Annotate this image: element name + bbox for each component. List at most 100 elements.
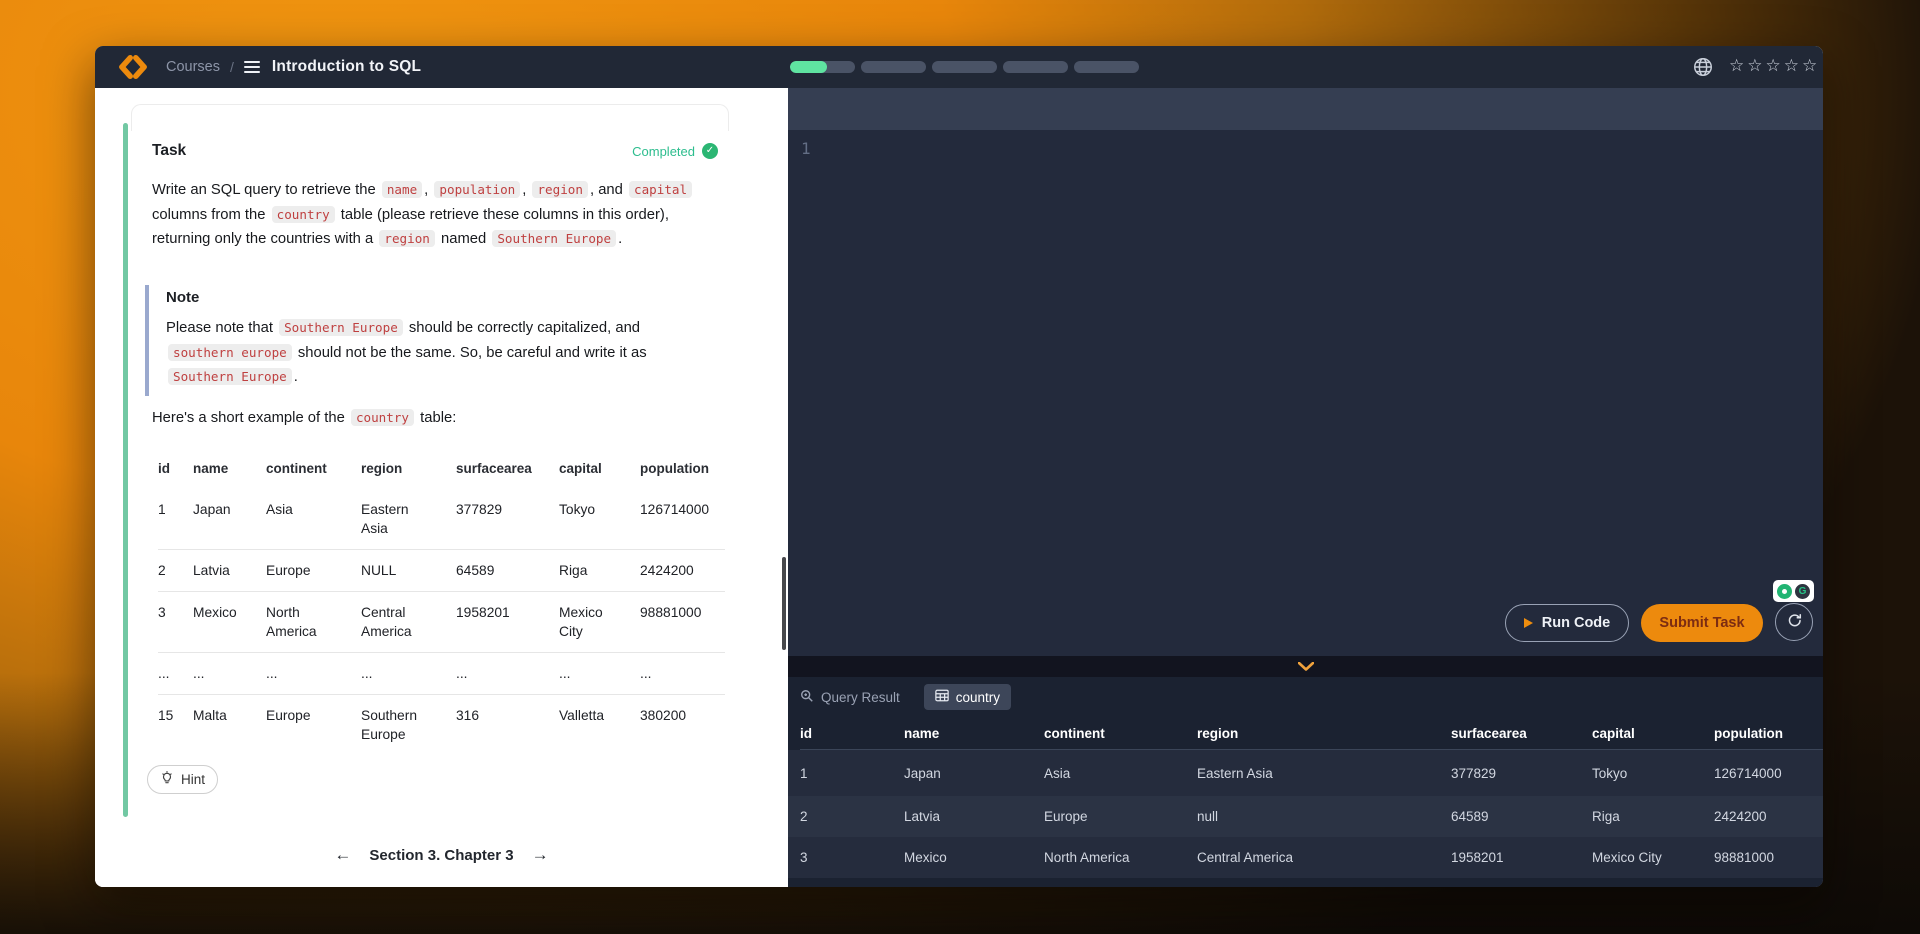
inline-code: capital — [629, 181, 692, 198]
play-icon — [1524, 618, 1533, 628]
chapter-nav: ← Section 3. Chapter 3 → — [95, 845, 788, 865]
inline-code: region — [532, 181, 588, 198]
breadcrumb-courses[interactable]: Courses — [166, 59, 220, 75]
run-code-label: Run Code — [1542, 615, 1610, 631]
star-icon[interactable]: ☆ — [1784, 56, 1802, 75]
table-cell: ... — [361, 653, 456, 694]
progress-segment — [861, 61, 926, 73]
editor-toolbar — [788, 88, 1823, 130]
table-cell: id — [800, 717, 904, 749]
editor-pane: 1 Run Code Submit Task G — [788, 88, 1823, 887]
example-intro: Here's a short example of the country ta… — [152, 410, 456, 426]
inline-code: southern europe — [168, 344, 292, 361]
text-run: table: — [416, 410, 456, 426]
table-cell: 2 — [800, 796, 904, 837]
table-cell: surfacearea — [456, 455, 559, 489]
table-cell: 1 — [800, 750, 904, 796]
code-editor[interactable]: 1 Run Code Submit Task G — [788, 130, 1823, 656]
task-pane: Task Completed ✓ Write an SQL query to r… — [95, 88, 788, 887]
table-header-row: idnamecontinentregionsurfaceareacapitalp… — [158, 455, 725, 489]
table-cell: 3 — [158, 592, 193, 652]
star-icon[interactable]: ☆ — [1747, 56, 1765, 75]
scrollbar-thumb[interactable] — [782, 557, 786, 650]
course-progress-bar — [790, 61, 1139, 73]
table-cell: Mexico City — [1592, 837, 1714, 878]
table-cell: ... — [193, 653, 266, 694]
refresh-icon — [1786, 612, 1803, 632]
table-row: 15MaltaEuropeSouthern Europe316Valletta3… — [158, 695, 725, 755]
app-header: Courses / Introduction to SQL ☆☆☆☆☆ — [95, 46, 1823, 89]
table-row: 2LatviaEuropeNULL64589Riga2424200 — [158, 550, 725, 592]
pin-extension-icon[interactable] — [1777, 584, 1792, 599]
inline-code: name — [382, 181, 422, 198]
table-cell: Mexico — [904, 837, 1044, 878]
run-code-button[interactable]: Run Code — [1505, 604, 1629, 642]
lightbulb-icon — [160, 771, 174, 788]
text-run: , — [522, 182, 530, 198]
results-tabbar: Query Result country — [788, 677, 1823, 717]
results-panel: Query Result country idnamecontinentregi… — [788, 677, 1823, 887]
submit-task-button[interactable]: Submit Task — [1641, 604, 1763, 642]
hint-label: Hint — [181, 772, 205, 787]
table-cell: 64589 — [456, 550, 559, 591]
note-heading: Note — [166, 289, 671, 306]
tab-country-label: country — [956, 690, 1000, 705]
progress-segment — [790, 61, 855, 73]
reset-code-button[interactable] — [1775, 603, 1813, 641]
course-title: Introduction to SQL — [272, 58, 421, 76]
tab-query-result[interactable]: Query Result — [800, 689, 900, 706]
table-row: 2LatviaEuropenull64589Riga2424200 — [788, 796, 1823, 837]
table-cell: Tokyo — [559, 489, 640, 549]
table-cell: population — [1714, 717, 1823, 749]
table-cell: 126714000 — [1714, 750, 1823, 796]
table-cell: Eastern Asia — [361, 489, 456, 549]
star-icon[interactable]: ☆ — [1729, 56, 1747, 75]
inline-code: country — [272, 206, 335, 223]
table-cell: Mexico — [193, 592, 266, 652]
grammarly-icon[interactable]: G — [1795, 584, 1810, 599]
table-cell: 2 — [158, 550, 193, 591]
magnifier-icon — [800, 689, 814, 706]
results-table: idnamecontinentregionsurfaceareacapitalp… — [788, 717, 1823, 878]
example-table: idnamecontinentregionsurfaceareacapitalp… — [158, 455, 725, 755]
table-cell: ... — [559, 653, 640, 694]
text-run: should not be the same. So, be careful a… — [294, 345, 647, 361]
globe-icon[interactable] — [1692, 56, 1714, 83]
table-cell: 64589 — [1451, 796, 1592, 837]
tab-country[interactable]: country — [924, 684, 1011, 710]
table-cell: 98881000 — [1714, 837, 1823, 878]
table-cell: Central America — [361, 592, 456, 652]
note-body: Please note that Southern Europe should … — [166, 316, 671, 390]
table-cell: 1958201 — [1451, 837, 1592, 878]
star-icon[interactable]: ☆ — [1802, 56, 1820, 75]
hamburger-menu-icon[interactable] — [244, 61, 260, 74]
prev-chapter-button[interactable]: ← — [334, 845, 351, 865]
star-icon[interactable]: ☆ — [1766, 56, 1784, 75]
table-cell: 1 — [158, 489, 193, 549]
text-run: should be correctly capitalized, and — [405, 320, 640, 336]
chevron-down-icon[interactable] — [1298, 662, 1314, 671]
inline-code: region — [379, 230, 435, 247]
app-logo-icon[interactable] — [118, 55, 148, 79]
card-top-edge — [131, 104, 729, 131]
text-run: . — [618, 231, 622, 247]
table-cell: ... — [456, 653, 559, 694]
text-run: named — [437, 231, 490, 247]
status-badge: Completed ✓ — [632, 143, 718, 159]
next-chapter-button[interactable]: → — [532, 845, 549, 865]
table-cell: Latvia — [904, 796, 1044, 837]
table-cell: continent — [1044, 717, 1197, 749]
table-cell: ... — [158, 653, 193, 694]
inline-code: Southern Europe — [279, 319, 403, 336]
check-circle-icon: ✓ — [702, 143, 718, 159]
hint-button[interactable]: Hint — [147, 765, 218, 794]
table-cell: Europe — [266, 550, 361, 591]
table-cell: Valletta — [559, 695, 640, 755]
table-cell: 377829 — [456, 489, 559, 549]
rating-stars: ☆☆☆☆☆ — [1729, 56, 1820, 76]
inline-code: Southern Europe — [492, 230, 616, 247]
browser-extension-badge: G — [1773, 580, 1814, 602]
task-accent-bar — [123, 123, 128, 817]
table-cell: id — [158, 455, 193, 489]
table-row: 3MexicoNorth AmericaCentral America19582… — [158, 592, 725, 653]
